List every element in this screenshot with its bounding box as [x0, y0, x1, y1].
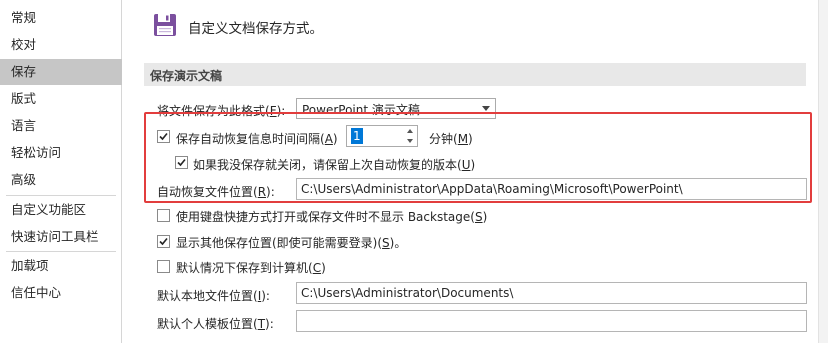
section-title: 保存演示文稿: [150, 69, 223, 83]
save-to-computer-label: 默认情况下保存到计算机(C): [176, 261, 326, 275]
spin-down-icon[interactable]: [407, 139, 413, 143]
keep-last-version-label: 如果我没保存就关闭，请保留上次自动恢复的版本(U): [193, 158, 476, 172]
checkmark-icon: [177, 158, 186, 167]
checkmark-icon: [159, 237, 168, 246]
template-location-label: 默认个人模板位置(T):: [157, 317, 274, 331]
sidebar-item-accessibility[interactable]: 轻松访问: [0, 140, 122, 166]
checkmark-icon: [159, 132, 168, 141]
autorecover-label: 保存自动恢复信息时间间隔(A): [176, 132, 338, 146]
local-location-label: 默认本地文件位置(I):: [157, 289, 270, 303]
sidebar-divider: [6, 251, 116, 252]
sidebar-item-add-ins[interactable]: 加载项: [0, 253, 122, 279]
chevron-down-icon: [482, 106, 490, 111]
sidebar-item-advanced[interactable]: 高级: [0, 167, 122, 193]
autorecover-checkbox[interactable]: [157, 130, 170, 143]
local-location-input[interactable]: C:\Users\Administrator\Documents\: [296, 282, 807, 304]
show-more-locations-label: 显示其他保存位置(即使可能需要登录)(S)。: [176, 236, 407, 250]
save-format-value: PowerPoint 演示文稿: [302, 103, 420, 117]
autorecover-location-input[interactable]: C:\Users\Administrator\AppData\Roaming\M…: [296, 178, 807, 200]
sidebar-item-typography[interactable]: 版式: [0, 86, 122, 112]
autorecover-location-label: 自动恢复文件位置(R):: [157, 185, 275, 199]
vertical-scrollbar[interactable]: [818, 0, 828, 343]
section-header: 保存演示文稿: [144, 63, 806, 86]
save-format-label: 将文件保存为此格式(F):: [157, 104, 286, 118]
no-backstage-checkbox[interactable]: [157, 209, 170, 222]
page-title: 自定义文档保存方式。: [188, 21, 323, 37]
keep-last-version-checkbox[interactable]: [175, 156, 188, 169]
save-format-select[interactable]: PowerPoint 演示文稿: [296, 98, 496, 119]
sidebar-item-proofing[interactable]: 校对: [0, 32, 122, 58]
sidebar-item-save[interactable]: 保存: [0, 59, 122, 85]
minutes-label: 分钟(M): [429, 132, 473, 146]
sidebar-item-trust-center[interactable]: 信任中心: [0, 280, 122, 306]
show-more-locations-checkbox[interactable]: [157, 235, 170, 248]
spin-up-icon[interactable]: [407, 129, 413, 133]
sidebar-item-quick-access-toolbar[interactable]: 快速访问工具栏: [0, 224, 122, 250]
autorecover-interval-stepper[interactable]: 1: [346, 125, 418, 147]
sidebar-item-customize-ribbon[interactable]: 自定义功能区: [0, 197, 122, 223]
no-backstage-label: 使用键盘快捷方式打开或保存文件时不显示 Backstage(S): [176, 210, 488, 224]
autorecover-interval-value[interactable]: 1: [351, 128, 363, 144]
sidebar-divider: [6, 195, 116, 196]
save-disk-icon: [153, 13, 177, 37]
template-location-input[interactable]: [296, 310, 807, 332]
sidebar-item-language[interactable]: 语言: [0, 113, 122, 139]
options-sidebar: 常规 校对 保存 版式 语言 轻松访问 高级 自定义功能区 快速访问工具栏 加载…: [0, 0, 122, 343]
sidebar-item-general[interactable]: 常规: [0, 5, 122, 31]
save-to-computer-checkbox[interactable]: [157, 260, 170, 273]
